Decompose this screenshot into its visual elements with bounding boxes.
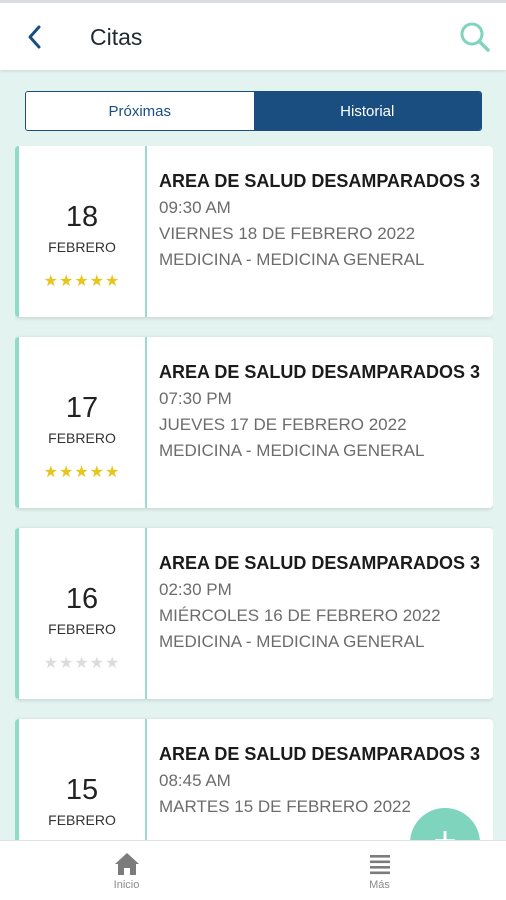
date-column: 17 FEBRERO ★★★★★	[19, 337, 147, 508]
star-icon[interactable]: ★	[44, 462, 59, 482]
appointment-time: 07:30 PM	[159, 389, 232, 408]
appointment-card[interactable]: 16 FEBRERO ★★★★★ AREA DE SALUD DESAMPARA…	[15, 528, 493, 699]
tab-historial[interactable]: Historial	[253, 92, 481, 130]
appointment-date: MIÉRCOLES 16 DE FEBRERO 2022	[159, 606, 441, 625]
star-icon[interactable]: ★	[90, 653, 105, 673]
appointment-month: FEBRERO	[48, 812, 116, 828]
star-icon[interactable]: ★	[74, 462, 89, 482]
app-header: Citas	[0, 0, 506, 70]
star-icon[interactable]: ★	[44, 653, 59, 673]
nav-inicio[interactable]: Inicio	[0, 841, 253, 900]
star-icon[interactable]: ★	[74, 271, 89, 291]
date-column: 18 FEBRERO ★★★★★	[19, 146, 147, 317]
star-icon[interactable]: ★	[59, 462, 74, 482]
search-icon	[460, 22, 490, 52]
tab-proximas[interactable]: Próximas	[26, 92, 254, 130]
appointment-service: MEDICINA - MEDICINA GENERAL	[159, 250, 425, 269]
appointments-segmented-control: Próximas Historial	[25, 91, 482, 131]
appointment-month: FEBRERO	[48, 621, 116, 637]
clinic-name: AREA DE SALUD DESAMPARADOS 3	[159, 171, 481, 191]
nav-mas-label: Más	[369, 879, 390, 891]
appointment-time: 08:45 AM	[159, 771, 231, 790]
bottom-navigation: Inicio Más	[0, 840, 506, 900]
appointment-info: AREA DE SALUD DESAMPARADOS 3 02:30 PM MI…	[147, 528, 493, 699]
appointment-day: 17	[65, 392, 99, 424]
rating-stars[interactable]: ★★★★★	[19, 653, 145, 673]
search-button[interactable]	[458, 20, 492, 54]
appointment-service: MEDICINA - MEDICINA GENERAL	[159, 632, 425, 651]
clinic-name: AREA DE SALUD DESAMPARADOS 3	[159, 744, 481, 764]
appointment-month: FEBRERO	[48, 239, 116, 255]
star-icon[interactable]: ★	[105, 271, 120, 291]
star-icon[interactable]: ★	[105, 462, 120, 482]
chevron-left-icon	[28, 25, 41, 49]
rating-stars[interactable]: ★★★★★	[19, 462, 145, 482]
back-button[interactable]	[22, 22, 50, 52]
appointment-date: VIERNES 18 DE FEBRERO 2022	[159, 224, 416, 243]
star-icon[interactable]: ★	[90, 271, 105, 291]
appointment-day: 16	[65, 583, 99, 615]
appointment-service: MEDICINA - MEDICINA GENERAL	[159, 441, 425, 460]
rating-stars[interactable]: ★★★★★	[19, 271, 145, 291]
star-icon[interactable]: ★	[59, 653, 74, 673]
appointment-time: 02:30 PM	[159, 580, 232, 599]
star-icon[interactable]: ★	[44, 271, 59, 291]
clinic-name: AREA DE SALUD DESAMPARADOS 3	[159, 362, 481, 382]
appointment-day: 18	[65, 201, 99, 233]
menu-icon	[369, 855, 390, 875]
appointment-info: AREA DE SALUD DESAMPARADOS 3 09:30 AM VI…	[147, 146, 493, 317]
star-icon[interactable]: ★	[59, 271, 74, 291]
appointment-card[interactable]: 17 FEBRERO ★★★★★ AREA DE SALUD DESAMPARA…	[15, 337, 493, 508]
appointment-month: FEBRERO	[48, 430, 116, 446]
clinic-name: AREA DE SALUD DESAMPARADOS 3	[159, 553, 481, 573]
nav-mas[interactable]: Más	[253, 841, 506, 900]
nav-inicio-label: Inicio	[113, 879, 140, 891]
appointment-info: AREA DE SALUD DESAMPARADOS 3 07:30 PM JU…	[147, 337, 493, 508]
date-column: 15 FEBRERO ★★★★★	[19, 719, 147, 840]
star-icon[interactable]: ★	[90, 462, 105, 482]
appointment-card[interactable]: 18 FEBRERO ★★★★★ AREA DE SALUD DESAMPARA…	[15, 146, 493, 317]
appointment-date: JUEVES 17 DE FEBRERO 2022	[159, 415, 407, 434]
star-icon[interactable]: ★	[74, 653, 89, 673]
appointment-day: 15	[65, 774, 99, 806]
appointment-list: 18 FEBRERO ★★★★★ AREA DE SALUD DESAMPARA…	[15, 146, 493, 840]
page-title: Citas	[90, 24, 143, 50]
appointment-time: 09:30 AM	[159, 198, 231, 217]
star-icon[interactable]: ★	[105, 653, 120, 673]
date-column: 16 FEBRERO ★★★★★	[19, 528, 147, 699]
home-icon	[114, 853, 139, 875]
